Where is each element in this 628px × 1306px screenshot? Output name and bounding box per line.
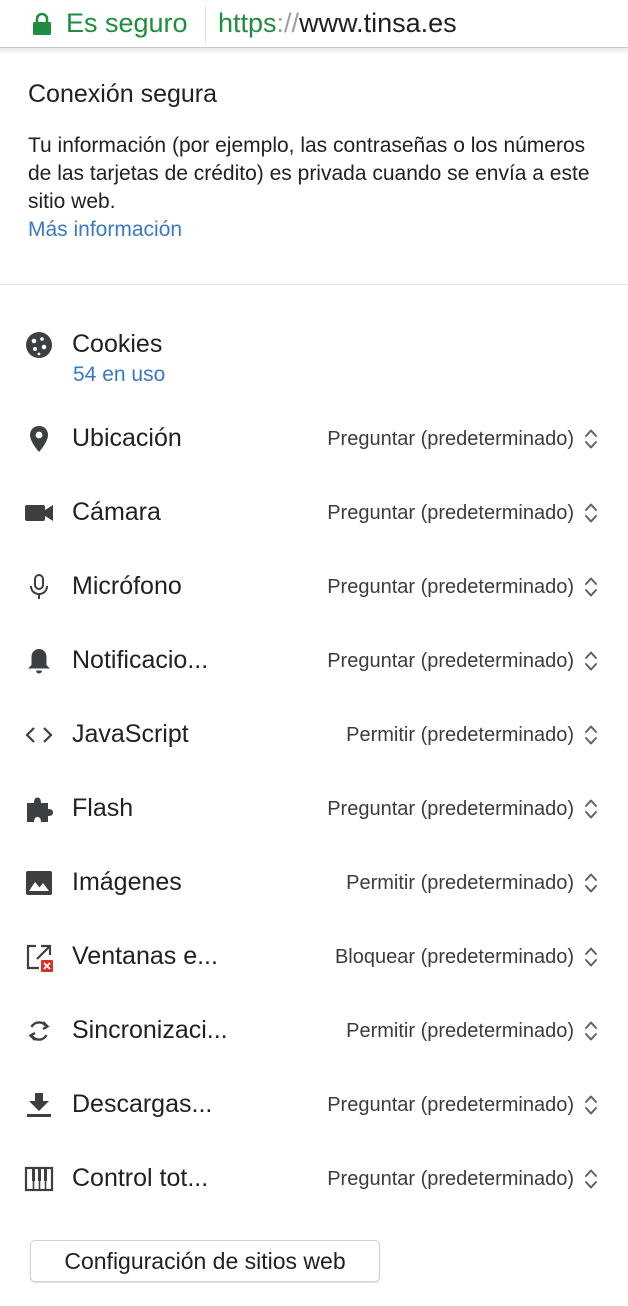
url-host: www.tinsa.es bbox=[299, 8, 457, 38]
permission-label: Imágenes bbox=[72, 868, 182, 896]
permission-select[interactable]: Permitir (predeterminado) bbox=[346, 720, 598, 750]
url-text[interactable]: https://www.tinsa.es bbox=[218, 6, 457, 40]
permission-select[interactable]: Preguntar (predeterminado) bbox=[327, 646, 598, 676]
permission-row-imagenes: Imágenes Permitir (predeterminado) bbox=[0, 860, 628, 904]
connection-description: Tu información (por ejemplo, las contras… bbox=[28, 134, 590, 213]
microphone-icon bbox=[24, 572, 54, 602]
site-settings-button[interactable]: Configuración de sitios web bbox=[30, 1240, 380, 1282]
permission-row-microfono: Micrófono Preguntar (predeterminado) bbox=[0, 564, 628, 608]
download-icon bbox=[24, 1090, 54, 1120]
permission-label: Ubicación bbox=[72, 424, 182, 452]
permission-row-ventanas-emergentes: Ventanas e... Bloquear (predeterminado) bbox=[0, 934, 628, 978]
permission-select[interactable]: Preguntar (predeterminado) bbox=[327, 498, 598, 528]
permission-label: Cámara bbox=[72, 498, 161, 526]
bell-icon bbox=[24, 646, 54, 676]
permission-row-sincronizacion: Sincronizaci... Permitir (predeterminado… bbox=[0, 1008, 628, 1052]
permission-value: Preguntar (predeterminado) bbox=[327, 1093, 574, 1116]
updown-arrows-icon bbox=[585, 725, 597, 745]
secure-label[interactable]: Es seguro bbox=[66, 6, 188, 40]
permission-row-flash: Flash Preguntar (predeterminado) bbox=[0, 786, 628, 830]
connection-title: Conexión segura bbox=[28, 80, 218, 108]
midi-piano-icon bbox=[24, 1164, 54, 1194]
permission-value: Preguntar (predeterminado) bbox=[327, 1167, 574, 1190]
permission-value: Bloquear (predeterminado) bbox=[334, 945, 574, 968]
permission-row-control-total-midi: Control tot... Preguntar (predeterminado… bbox=[0, 1156, 628, 1200]
url-slashes: :// bbox=[276, 8, 300, 38]
permission-value: Preguntar (predeterminado) bbox=[327, 501, 574, 524]
permission-row-descargas: Descargas... Preguntar (predeterminado) bbox=[0, 1082, 628, 1126]
cookies-row: Cookies bbox=[0, 322, 628, 366]
updown-arrows-icon bbox=[585, 577, 597, 597]
updown-arrows-icon bbox=[585, 651, 597, 671]
permission-label: Notificacio... bbox=[72, 646, 209, 674]
camera-icon bbox=[24, 498, 54, 528]
puzzle-icon bbox=[24, 794, 54, 824]
updown-arrows-icon bbox=[585, 799, 597, 819]
permission-label: Control tot... bbox=[72, 1164, 209, 1192]
sync-icon bbox=[24, 1016, 54, 1046]
permission-select[interactable]: Permitir (predeterminado) bbox=[346, 868, 598, 898]
permission-select[interactable]: Preguntar (predeterminado) bbox=[327, 424, 598, 454]
permission-value: Permitir (predeterminado) bbox=[346, 723, 574, 746]
address-bar[interactable]: Es seguro https://www.tinsa.es bbox=[0, 0, 628, 48]
permission-select[interactable]: Preguntar (predeterminado) bbox=[327, 1164, 598, 1194]
permission-row-ubicacion: Ubicación Preguntar (predeterminado) bbox=[0, 416, 628, 460]
permission-label: Ventanas e... bbox=[72, 942, 218, 970]
permission-row-javascript: JavaScript Permitir (predeterminado) bbox=[0, 712, 628, 756]
updown-arrows-icon bbox=[585, 1021, 597, 1041]
updown-arrows-icon bbox=[585, 1169, 597, 1189]
updown-arrows-icon bbox=[585, 873, 597, 893]
permission-row-notificaciones: Notificacio... Preguntar (predeterminado… bbox=[0, 638, 628, 682]
permission-value: Permitir (predeterminado) bbox=[346, 1019, 574, 1042]
updown-arrows-icon bbox=[585, 1095, 597, 1115]
permission-value: Preguntar (predeterminado) bbox=[327, 427, 574, 450]
permission-value: Preguntar (predeterminado) bbox=[327, 797, 574, 820]
updown-arrows-icon bbox=[585, 947, 597, 967]
permission-label: Sincronizaci... bbox=[72, 1016, 228, 1044]
permission-label: Micrófono bbox=[72, 572, 182, 600]
permission-select[interactable]: Preguntar (predeterminado) bbox=[327, 1090, 598, 1120]
cookie-icon bbox=[24, 330, 54, 360]
permission-label: Descargas... bbox=[72, 1090, 213, 1118]
permission-value: Preguntar (predeterminado) bbox=[327, 649, 574, 672]
cookies-in-use-link[interactable]: 54 en uso bbox=[73, 362, 165, 388]
location-icon bbox=[24, 424, 54, 454]
permission-row-camara: Cámara Preguntar (predeterminado) bbox=[0, 490, 628, 534]
permission-label: Flash bbox=[72, 794, 134, 822]
permission-value: Permitir (predeterminado) bbox=[346, 871, 574, 894]
more-info-link[interactable]: Más información bbox=[28, 216, 182, 244]
permission-select[interactable]: Preguntar (predeterminado) bbox=[327, 572, 598, 602]
permission-value: Preguntar (predeterminado) bbox=[327, 575, 574, 598]
url-scheme: https bbox=[218, 8, 277, 38]
lock-icon[interactable] bbox=[32, 12, 52, 36]
code-icon bbox=[24, 720, 54, 750]
popup-top-shadow bbox=[0, 48, 628, 54]
image-icon bbox=[24, 868, 54, 898]
updown-arrows-icon bbox=[585, 429, 597, 449]
updown-arrows-icon bbox=[585, 503, 597, 523]
permission-select[interactable]: Bloquear (predeterminado) bbox=[335, 942, 598, 972]
popup-blocked-icon bbox=[24, 942, 54, 972]
permission-select[interactable]: Preguntar (predeterminado) bbox=[327, 794, 598, 824]
cookies-label: Cookies bbox=[72, 330, 163, 358]
permission-select[interactable]: Permitir (predeterminado) bbox=[346, 1016, 598, 1046]
section-divider bbox=[0, 284, 628, 285]
permission-label: JavaScript bbox=[72, 720, 189, 748]
address-separator bbox=[205, 6, 206, 42]
